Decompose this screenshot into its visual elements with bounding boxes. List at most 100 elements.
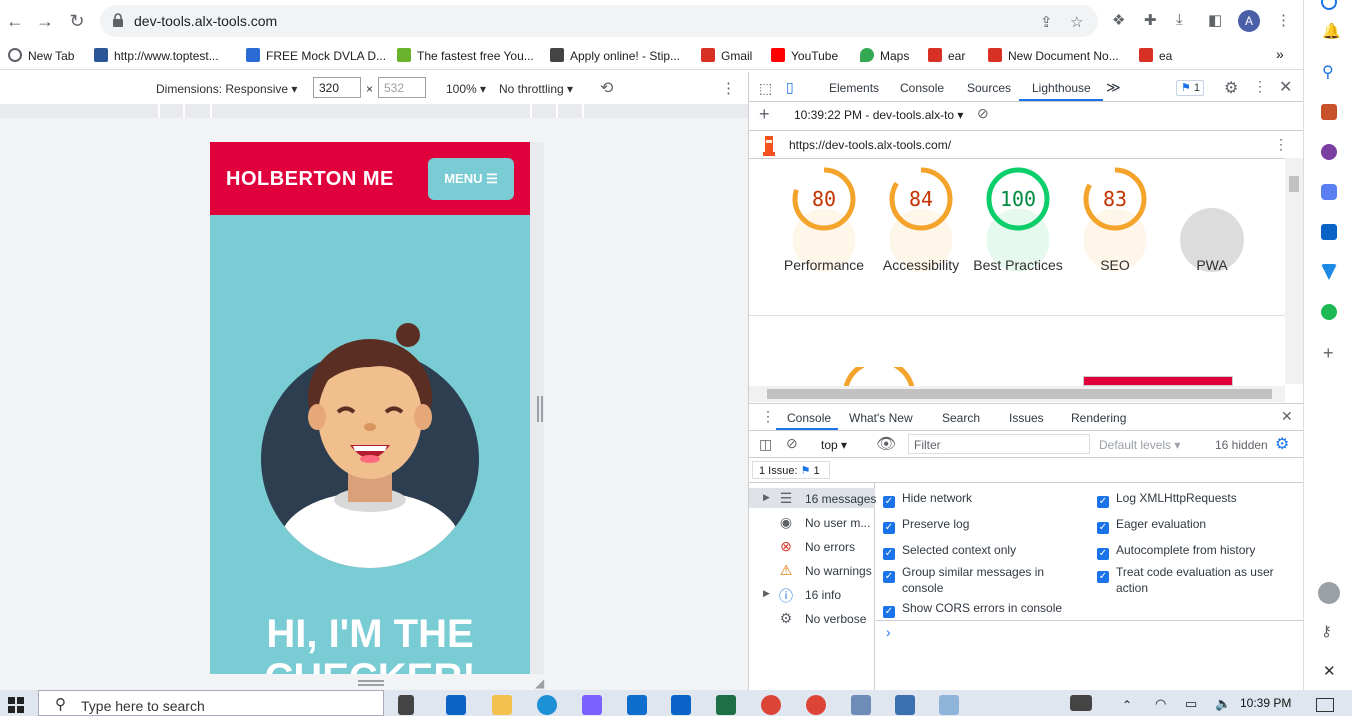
drawer-tab-issues[interactable]: Issues bbox=[1009, 411, 1044, 425]
add-icon[interactable]: + bbox=[1323, 343, 1334, 364]
forward-icon[interactable]: → bbox=[34, 10, 56, 32]
clear-console-icon[interactable]: ⊘ bbox=[786, 435, 798, 452]
side-panel-icon[interactable]: ◧ bbox=[1208, 11, 1222, 29]
rotate-icon[interactable]: ⟲ bbox=[600, 78, 613, 98]
user-avatar-icon[interactable] bbox=[1318, 582, 1340, 604]
bookmark-item[interactable]: FREE Mock DVLA D... bbox=[246, 48, 386, 63]
bookmark-item[interactable]: Apply online! - Stip... bbox=[550, 48, 680, 63]
clear-reports-icon[interactable]: ⊘ bbox=[977, 105, 989, 122]
checkbox-selected-context[interactable]: ✓ Selected context only bbox=[883, 543, 1016, 560]
sidebar-item-errors[interactable]: No errors bbox=[805, 540, 855, 554]
resize-handle-bottom[interactable] bbox=[358, 680, 384, 686]
device-menu-icon[interactable]: ⋮ bbox=[721, 79, 736, 97]
bing-chat-icon[interactable] bbox=[1321, 0, 1337, 10]
menu-button[interactable]: MENU ☰ bbox=[428, 158, 514, 200]
checkbox-group-similar[interactable]: ✓ Group similar messages in console bbox=[883, 564, 1068, 596]
edge-icon[interactable] bbox=[537, 695, 557, 715]
media-query-ruler[interactable] bbox=[0, 104, 748, 118]
expand-arrow-icon[interactable]: ▶ bbox=[763, 492, 770, 503]
office-icon[interactable] bbox=[1321, 184, 1337, 200]
extensions-puzzle-icon[interactable]: ✚ bbox=[1144, 11, 1157, 29]
issues-badge[interactable]: ⚑ 1 bbox=[1176, 80, 1204, 96]
send-icon[interactable] bbox=[1321, 264, 1337, 280]
search-icon[interactable]: ⚲ bbox=[1322, 62, 1334, 82]
bookmark-item[interactable]: ea bbox=[1139, 48, 1172, 63]
bookmark-item[interactable]: ear bbox=[928, 48, 965, 63]
taskbar-clock[interactable]: 10:39 PM bbox=[1240, 696, 1291, 710]
extension-dropbox-icon[interactable]: ❖ bbox=[1112, 11, 1125, 29]
back-icon[interactable]: ← bbox=[4, 10, 26, 32]
more-tabs-button[interactable]: ≫ bbox=[1106, 79, 1121, 96]
device-toggle-icon[interactable]: ▯ bbox=[786, 79, 794, 96]
resize-corner-icon[interactable]: ◢ bbox=[535, 676, 544, 690]
console-filter-input[interactable]: Filter bbox=[908, 434, 1090, 454]
checkbox-cors-errors[interactable]: ✓ Show CORS errors in console bbox=[883, 601, 1062, 618]
task-view-icon[interactable] bbox=[398, 695, 414, 715]
taskbar-search-box[interactable]: ⚲ Type here to search bbox=[38, 690, 384, 716]
close-drawer-icon[interactable]: ✕ bbox=[1281, 408, 1293, 425]
live-expression-eye-icon[interactable]: 👁 bbox=[876, 434, 896, 454]
notepad-icon[interactable] bbox=[939, 695, 959, 715]
scroll-thumb[interactable] bbox=[1289, 176, 1299, 192]
volume-icon[interactable]: 🔈 bbox=[1215, 696, 1231, 712]
outlook-icon[interactable] bbox=[1321, 224, 1337, 240]
download-icon[interactable]: ⤓ bbox=[1176, 11, 1183, 28]
printer-icon[interactable] bbox=[895, 695, 915, 715]
bookmark-item[interactable]: YouTube bbox=[771, 48, 838, 63]
sidebar-item-info[interactable]: 16 info bbox=[805, 588, 841, 602]
sidebar-item-user-messages[interactable]: No user m... bbox=[805, 516, 870, 530]
bookmark-item[interactable]: New Tab bbox=[8, 48, 74, 63]
console-sidebar-toggle-icon[interactable]: ◫ bbox=[759, 436, 772, 453]
console-settings-icon[interactable]: ⚙ bbox=[1275, 434, 1289, 454]
drawer-tab-console[interactable]: Console bbox=[787, 411, 831, 425]
browser-menu-icon[interactable]: ⋮ bbox=[1276, 11, 1291, 29]
file-explorer-icon[interactable] bbox=[492, 695, 512, 715]
dimensions-select[interactable]: Dimensions: Responsive ▾ bbox=[156, 82, 297, 96]
chrome-icon[interactable] bbox=[761, 695, 781, 715]
bookmark-item[interactable]: Gmail bbox=[701, 48, 752, 63]
report-url[interactable]: https://dev-tools.alx-tools.com/ bbox=[789, 138, 951, 152]
copilot-icon[interactable] bbox=[582, 695, 602, 715]
console-prompt[interactable]: › bbox=[886, 624, 891, 640]
sidebar-item-messages[interactable]: 16 messages bbox=[805, 492, 876, 506]
key-icon[interactable]: ⚷ bbox=[1321, 622, 1332, 640]
checkbox-treat-code-eval[interactable]: ✓ Treat code evaluation as user action bbox=[1097, 564, 1287, 596]
log-levels-select[interactable]: Default levels ▾ bbox=[1099, 438, 1180, 452]
tab-elements[interactable]: Elements bbox=[829, 81, 879, 95]
tab-lighthouse[interactable]: Lighthouse bbox=[1032, 81, 1091, 95]
windows-start-icon[interactable] bbox=[8, 697, 24, 713]
report-menu-icon[interactable]: ⋮ bbox=[1274, 136, 1288, 153]
tab-sources[interactable]: Sources bbox=[967, 81, 1011, 95]
address-bar[interactable]: dev-tools.alx-tools.com ⇪ ☆ bbox=[100, 5, 1098, 37]
settings-gear-icon[interactable]: ⚙ bbox=[1224, 78, 1238, 98]
expand-arrow-icon[interactable]: ▶ bbox=[763, 588, 770, 599]
tools-briefcase-icon[interactable] bbox=[1321, 104, 1337, 120]
checkbox-log-xhr[interactable]: ✓ Log XMLHttpRequests bbox=[1097, 491, 1237, 508]
report-selector[interactable]: 10:39:22 PM - dev-tools.alx-to ▾ bbox=[794, 108, 963, 122]
close-devtools-icon[interactable]: ✕ bbox=[1279, 77, 1292, 97]
bookmark-item[interactable]: New Document No... bbox=[988, 48, 1119, 63]
wifi-icon[interactable]: ◠ bbox=[1155, 696, 1166, 712]
height-input[interactable]: 532 bbox=[378, 77, 426, 98]
outlook-icon[interactable] bbox=[671, 695, 691, 715]
issues-counter-button[interactable]: 1 Issue: ⚑ 1 bbox=[752, 461, 830, 479]
drawer-tab-rendering[interactable]: Rendering bbox=[1071, 411, 1126, 425]
spotify-icon[interactable] bbox=[1321, 304, 1337, 320]
devtools-menu-icon[interactable]: ⋮ bbox=[1253, 78, 1267, 95]
close-panel-icon[interactable]: ✕ bbox=[1323, 662, 1336, 680]
store-icon[interactable] bbox=[446, 695, 466, 715]
report-hscrollbar[interactable] bbox=[749, 386, 1285, 402]
mail-icon[interactable] bbox=[627, 695, 647, 715]
context-select[interactable]: top ▾ bbox=[821, 438, 847, 452]
new-report-plus-icon[interactable]: + bbox=[759, 104, 770, 125]
games-icon[interactable] bbox=[1321, 144, 1337, 160]
report-vscrollbar[interactable] bbox=[1285, 158, 1304, 384]
zoom-select[interactable]: 100% ▾ bbox=[446, 82, 486, 96]
reload-icon[interactable]: ↻ bbox=[66, 10, 88, 32]
checkbox-autocomplete[interactable]: ✓ Autocomplete from history bbox=[1097, 543, 1255, 560]
width-input[interactable]: 320 bbox=[313, 77, 361, 98]
share-icon[interactable]: ⇪ bbox=[1040, 13, 1053, 31]
star-icon[interactable]: ☆ bbox=[1070, 13, 1083, 31]
drawer-menu-icon[interactable]: ⋮ bbox=[761, 408, 775, 425]
scroll-thumb[interactable] bbox=[767, 389, 1272, 399]
